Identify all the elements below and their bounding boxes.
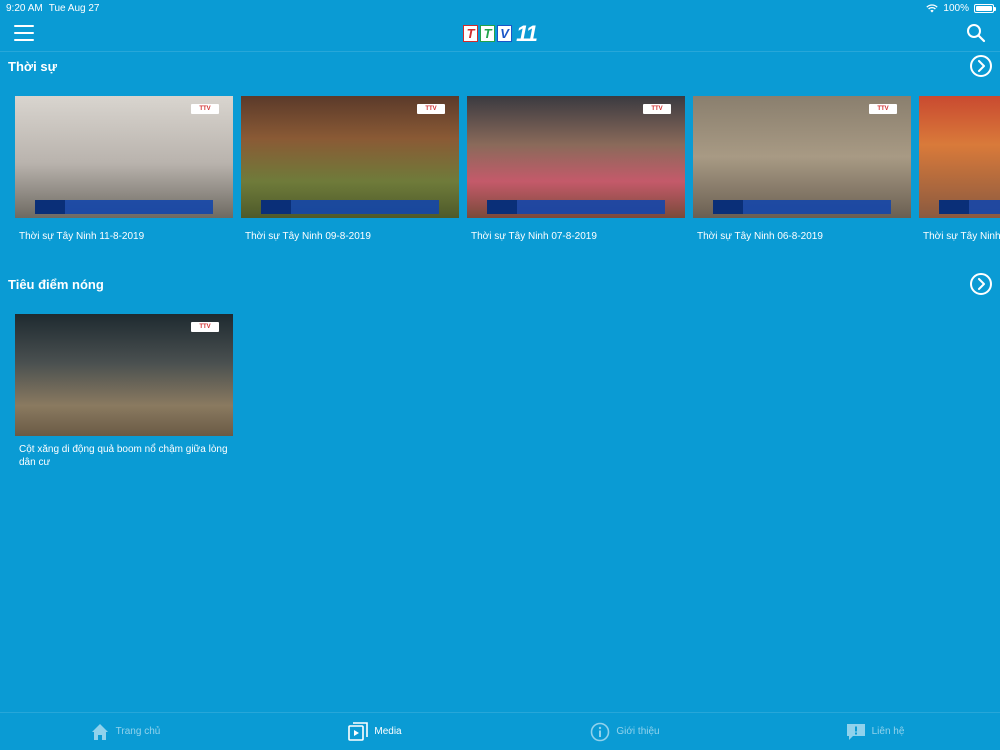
chevron-right-icon: [978, 60, 985, 72]
channel-badge: TTV: [191, 322, 219, 332]
video-card[interactable]: TTV Cột xăng di động quả boom nổ chậm gi…: [15, 314, 233, 474]
menu-button[interactable]: [14, 25, 34, 41]
hamburger-line: [14, 25, 34, 27]
channel-badge: TTV: [643, 104, 671, 114]
battery-icon: [974, 3, 996, 13]
logo-letter-t2: T: [480, 25, 496, 42]
video-thumbnail: TTV: [919, 96, 1000, 218]
search-icon[interactable]: [966, 23, 986, 43]
tab-media[interactable]: Media: [250, 721, 500, 742]
channel-badge: TTV: [869, 104, 897, 114]
media-icon: [348, 721, 369, 741]
news-caption-bar: [35, 200, 213, 214]
video-thumbnail: TTV: [693, 96, 911, 218]
info-icon: [591, 722, 610, 741]
section-more-button[interactable]: [970, 273, 992, 295]
wifi-icon: [926, 3, 939, 12]
news-caption-bar: [713, 200, 891, 214]
tab-label: Trang chủ: [115, 726, 161, 737]
video-row-tieu-diem-nong: TTV Cột xăng di động quả boom nổ chậm gi…: [15, 314, 233, 474]
video-row-thoi-su: TTV Thời sự Tây Ninh 11-8-2019 TTV Thời …: [15, 96, 1000, 256]
tab-label: Media: [374, 726, 402, 737]
video-thumbnail: TTV: [15, 314, 233, 436]
section-header-tieu-diem-nong: Tiêu điểm nóng: [8, 271, 992, 297]
video-title: Thời sự Tây Ninh 07-8-2019: [471, 231, 597, 242]
status-time: 9:20 AM: [6, 2, 43, 14]
video-title: Thời sự Tây Ninh: [923, 231, 1000, 242]
hamburger-line: [14, 32, 34, 34]
video-card[interactable]: TTV Thời sự Tây Ninh 11-8-2019: [15, 96, 233, 256]
navigation-bar: T T V 11: [0, 16, 1000, 52]
video-thumbnail: TTV: [467, 96, 685, 218]
news-caption-bar: [939, 200, 1000, 214]
status-bar: 9:20 AM Tue Aug 27 100%: [0, 0, 1000, 16]
chevron-right-icon: [978, 278, 985, 290]
section-title: Tiêu điểm nóng: [8, 276, 104, 292]
battery-percent: 100%: [943, 2, 969, 14]
status-date: Tue Aug 27: [48, 2, 100, 14]
logo-letter-v: V: [497, 25, 513, 42]
tab-label: Giới thiệu: [616, 726, 660, 737]
home-icon: [91, 723, 108, 740]
app-logo: T T V 11: [463, 20, 538, 46]
video-card[interactable]: TTV Thời sự Tây Ninh 06-8-2019: [693, 96, 911, 256]
tab-trang-chu[interactable]: Trang chủ: [0, 722, 250, 742]
video-title: Cột xăng di động quả boom nổ chậm giữa l…: [19, 444, 228, 468]
video-thumbnail: TTV: [15, 96, 233, 218]
video-card[interactable]: TTV Thời sự Tây Ninh 07-8-2019: [467, 96, 685, 256]
video-title: Thời sự Tây Ninh 06-8-2019: [697, 231, 823, 242]
hamburger-line: [14, 39, 34, 41]
chat-icon: [846, 723, 865, 740]
logo-number: 11: [516, 20, 538, 46]
tab-gioi-thieu[interactable]: Giới thiệu: [500, 722, 750, 742]
video-title: Thời sự Tây Ninh 09-8-2019: [245, 231, 371, 242]
video-card[interactable]: TTV Thời sự Tây Ninh: [919, 96, 1000, 256]
video-thumbnail: TTV: [241, 96, 459, 218]
news-caption-bar: [261, 200, 439, 214]
section-header-thoi-su: Thời sự: [8, 53, 992, 79]
section-more-button[interactable]: [970, 55, 992, 77]
video-card[interactable]: TTV Thời sự Tây Ninh 09-8-2019: [241, 96, 459, 256]
video-title: Thời sự Tây Ninh 11-8-2019: [19, 231, 145, 242]
logo-letter-t1: T: [463, 25, 479, 42]
bottom-tab-bar: Trang chủ Media Giới thiệu Liên hệ: [0, 712, 1000, 750]
channel-badge: TTV: [191, 104, 219, 114]
channel-badge: TTV: [417, 104, 445, 114]
section-title: Thời sự: [8, 58, 57, 74]
tab-lien-he[interactable]: Liên hệ: [750, 722, 1000, 742]
news-caption-bar: [487, 200, 665, 214]
tab-label: Liên hệ: [871, 726, 905, 737]
